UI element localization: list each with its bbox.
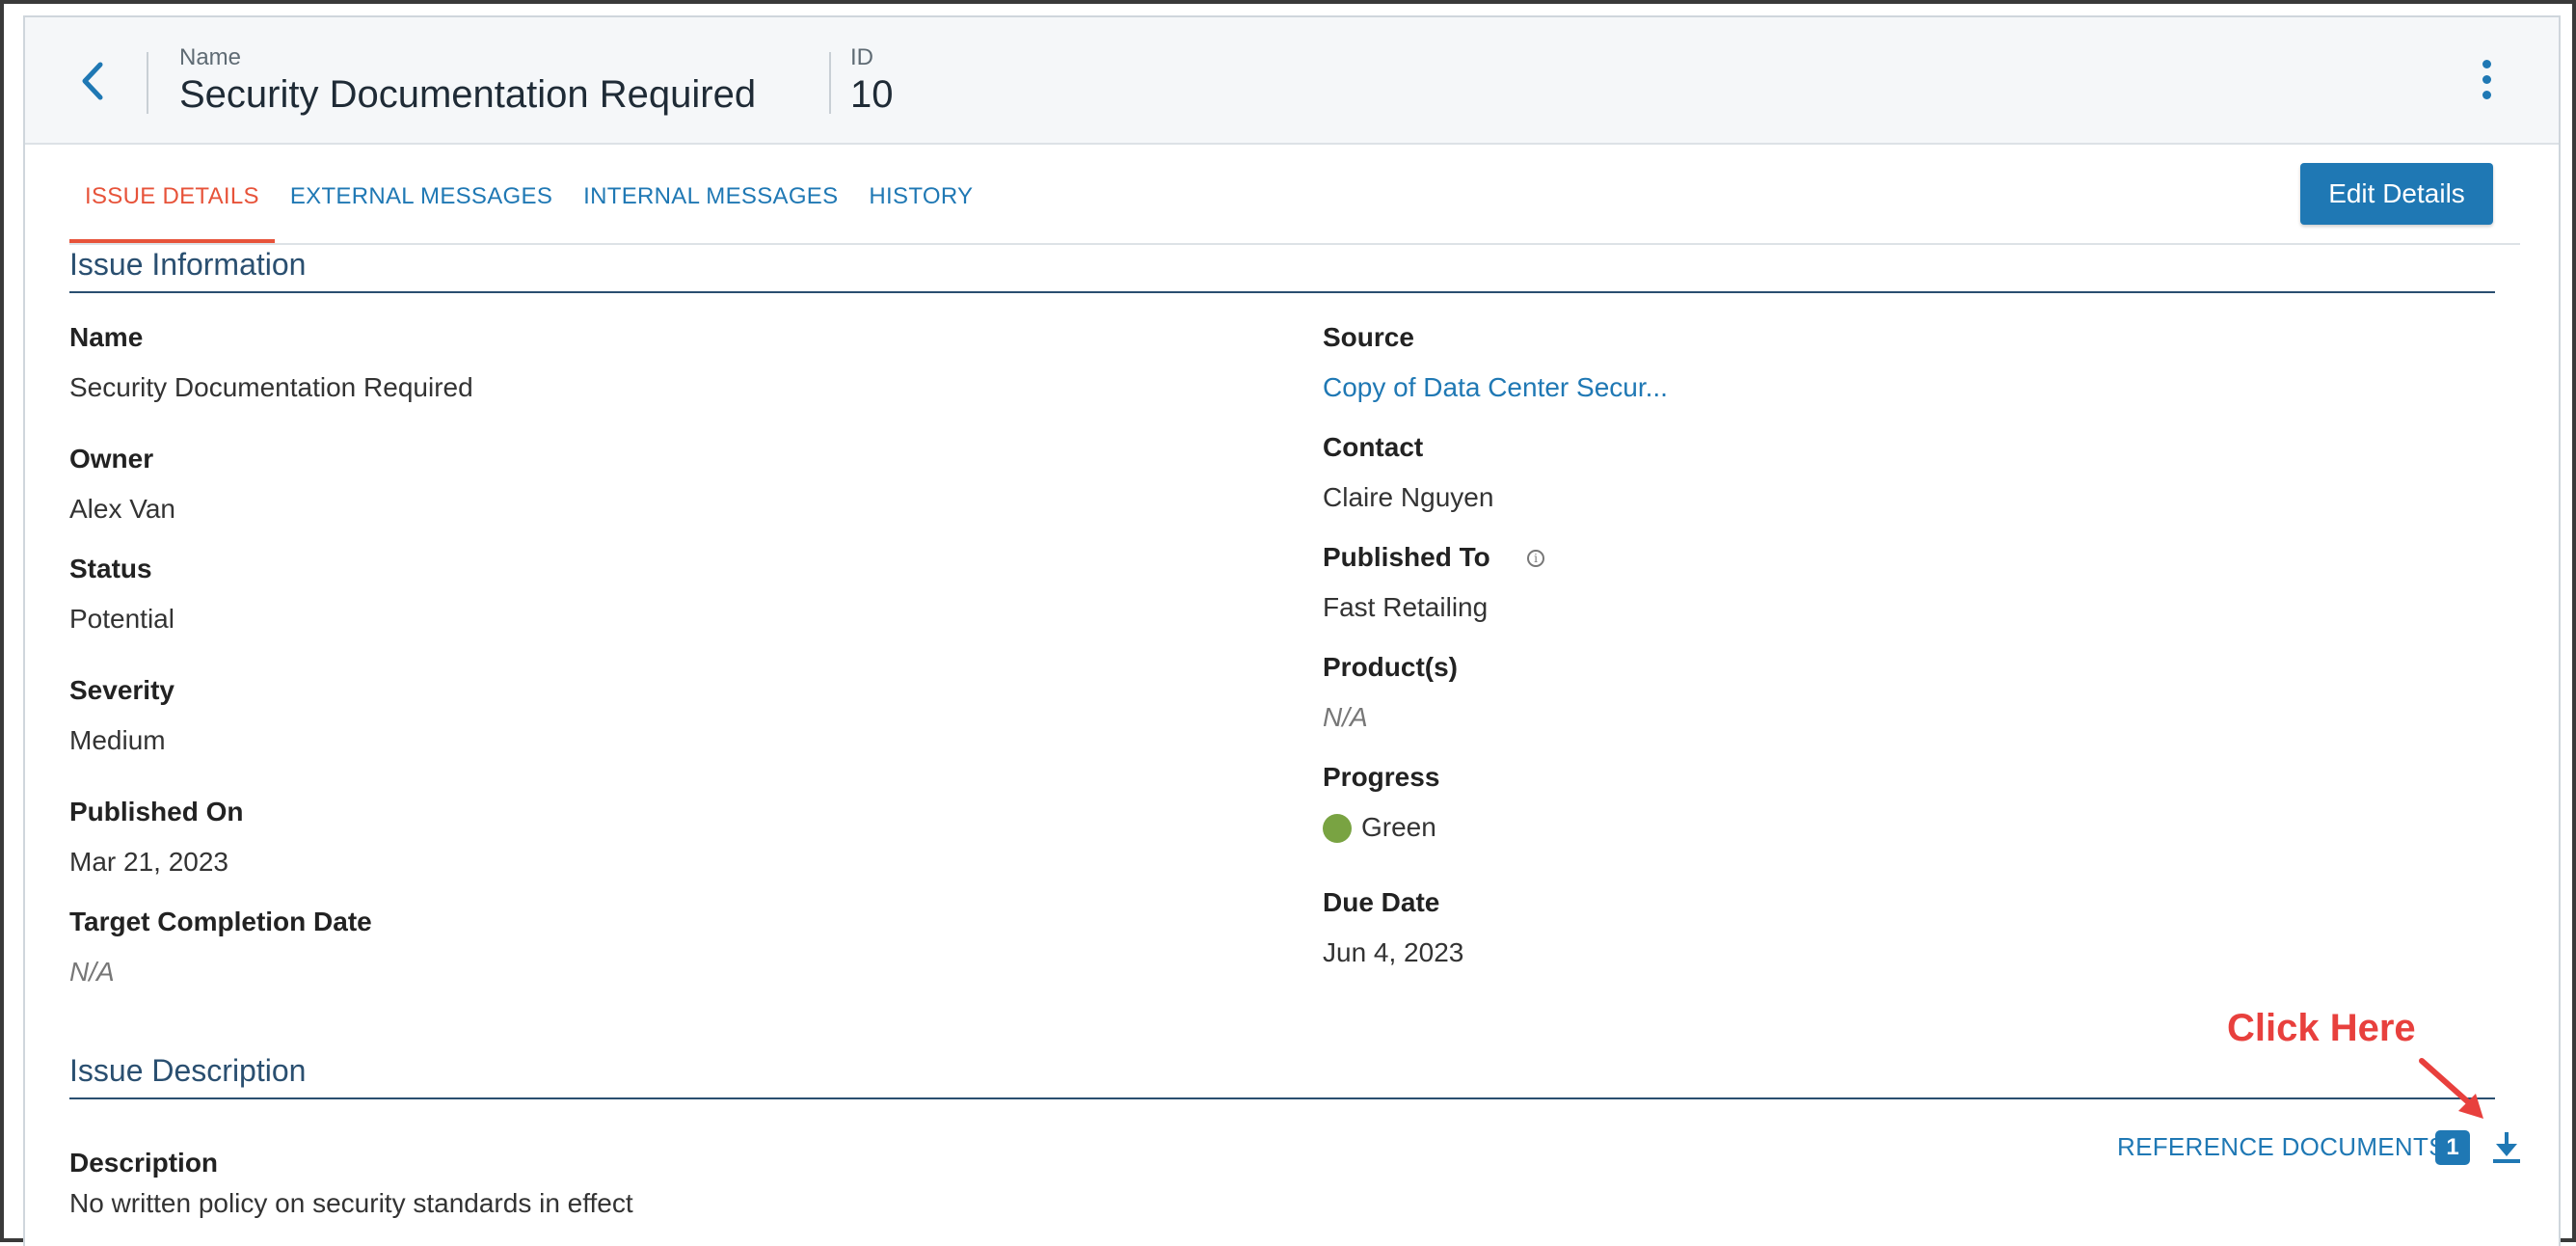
field-label-owner: Owner: [69, 444, 154, 474]
tabs-divider: [69, 243, 2520, 245]
section-divider: [69, 1097, 2495, 1099]
field-value-published-on: Mar 21, 2023: [69, 847, 228, 877]
field-value-published-to: Fast Retailing: [1323, 592, 1489, 622]
more-options-button[interactable]: [2472, 50, 2501, 108]
tab-history[interactable]: HISTORY: [853, 183, 988, 243]
click-here-annotation: Click Here: [2227, 1007, 2416, 1049]
tab-external-messages[interactable]: EXTERNAL MESSAGES: [275, 183, 568, 243]
issue-description-title: Issue Description: [69, 1053, 307, 1088]
field-label-severity: Severity: [69, 675, 174, 705]
screenshot-frame: Name Security Documentation Required ID …: [0, 0, 2576, 1246]
field-label-name: Name: [69, 322, 144, 352]
id-label: ID: [850, 44, 873, 70]
chevron-left-icon: [82, 62, 103, 100]
issue-detail-panel: Name Security Documentation Required ID …: [23, 15, 2561, 1246]
issue-tabs: ISSUE DETAILS EXTERNAL MESSAGES INTERNAL…: [69, 145, 988, 245]
field-value-owner: Alex Van: [69, 494, 175, 524]
reference-documents-link[interactable]: REFERENCE DOCUMENTS: [2117, 1132, 2446, 1162]
tab-issue-details[interactable]: ISSUE DETAILS: [69, 183, 275, 245]
field-value-description: No written policy on security standards …: [69, 1188, 633, 1218]
header-divider: [829, 52, 831, 114]
issue-id-value: 10: [850, 73, 894, 116]
edit-details-button[interactable]: Edit Details: [2300, 163, 2493, 225]
field-label-due-date: Due Date: [1323, 887, 1440, 917]
field-label-source: Source: [1323, 322, 1414, 352]
field-label-progress: Progress: [1323, 762, 1440, 792]
field-value-name: Security Documentation Required: [69, 372, 473, 402]
kebab-menu-icon: [2482, 59, 2491, 68]
progress-status-dot: [1323, 814, 1352, 843]
tab-internal-messages[interactable]: INTERNAL MESSAGES: [568, 183, 853, 243]
field-value-status: Potential: [69, 604, 174, 634]
issue-header: Name Security Documentation Required ID …: [25, 17, 2559, 145]
download-icon[interactable]: [2487, 1128, 2526, 1167]
field-value-progress: Green: [1361, 812, 1436, 842]
reference-documents-count-badge: 1: [2435, 1130, 2470, 1165]
header-divider: [147, 52, 148, 114]
arrow-icon: [2419, 1058, 2483, 1119]
info-icon[interactable]: i: [1527, 550, 1544, 567]
name-label: Name: [179, 44, 242, 70]
issue-name-heading: Security Documentation Required: [179, 73, 757, 116]
field-label-status: Status: [69, 554, 152, 583]
field-value-contact: Claire Nguyen: [1323, 482, 1494, 512]
field-label-contact: Contact: [1323, 432, 1424, 462]
field-label-target-completion-date: Target Completion Date: [69, 907, 372, 936]
field-value-products: N/A: [1323, 702, 1368, 732]
field-value-due-date: Jun 4, 2023: [1323, 937, 1464, 967]
field-value-target-completion-date: N/A: [69, 957, 115, 987]
back-button[interactable]: [66, 54, 120, 108]
field-label-published-to: Published To: [1323, 542, 1490, 572]
section-divider: [69, 291, 2495, 293]
issue-information-title: Issue Information: [69, 247, 307, 282]
field-label-products: Product(s): [1323, 652, 1458, 682]
field-label-published-on: Published On: [69, 797, 244, 826]
source-link[interactable]: Copy of Data Center Secur...: [1323, 372, 1668, 403]
field-label-description: Description: [69, 1148, 219, 1178]
field-value-severity: Medium: [69, 725, 166, 755]
